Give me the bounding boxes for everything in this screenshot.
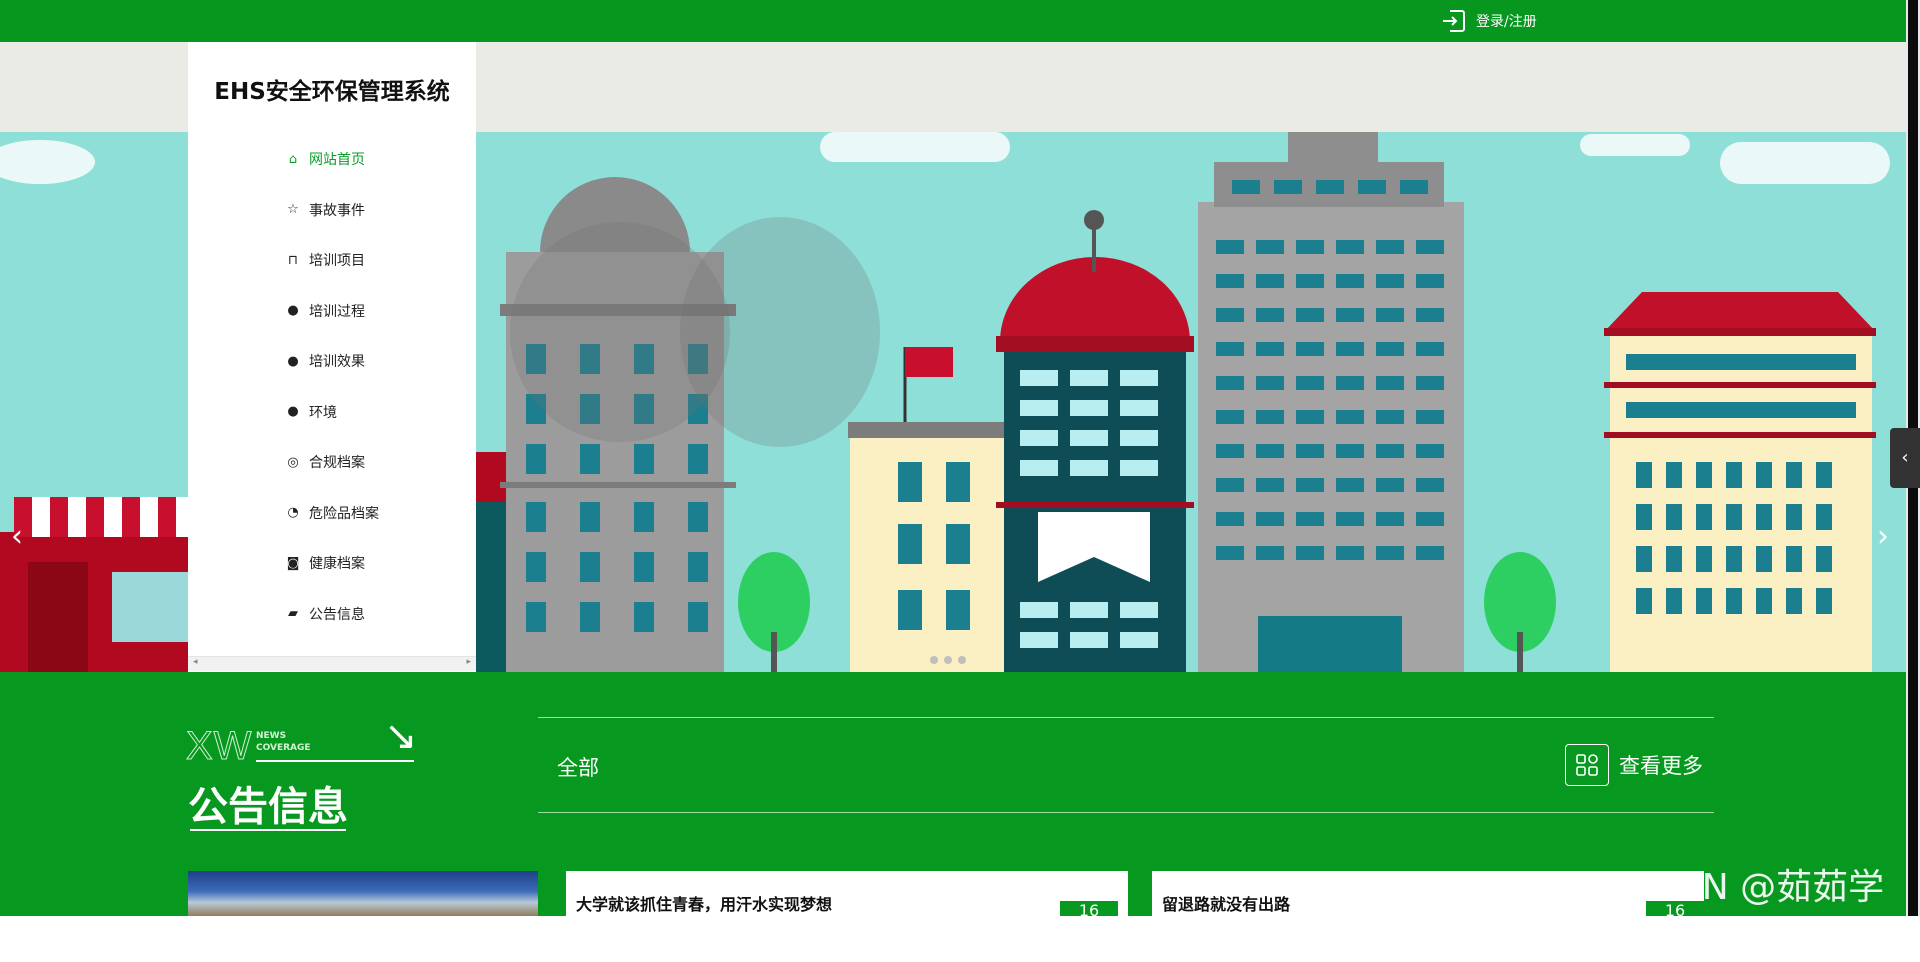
nav-item-announcements[interactable]: ▰ 公告信息 <box>286 589 379 640</box>
arrow-down-right-icon: ↘ <box>384 713 418 759</box>
top-bar: 登录/注册 <box>0 0 1906 42</box>
nav-menu: ⌂ 网站首页 ☆ 事故事件 ⊓ 培训项目 ● 培训过程 ● 培训效果 ● 环境 … <box>286 134 379 639</box>
grid-icon <box>1565 744 1609 786</box>
nav-item-training-effect[interactable]: ● 培训效果 <box>286 336 379 387</box>
nav-item-environment[interactable]: ● 环境 <box>286 387 379 438</box>
login-register-link[interactable]: 登录/注册 <box>1440 7 1537 35</box>
sidebar-nav: EHS安全环保管理系统 ⌂ 网站首页 ☆ 事故事件 ⊓ 培训项目 ● 培训过程 … <box>188 42 476 672</box>
nav-item-home[interactable]: ⌂ 网站首页 <box>286 134 379 185</box>
carousel-next-button[interactable]: › <box>1868 517 1898 557</box>
news-thumbnail-image[interactable] <box>188 871 538 916</box>
star-icon: ☆ <box>287 202 299 218</box>
tab-all[interactable]: 全部 <box>557 752 599 782</box>
section-title: 公告信息 <box>188 784 348 830</box>
nav-item-label: 合规档案 <box>309 455 365 472</box>
view-more-button[interactable]: 查看更多 <box>1565 744 1703 786</box>
bag-icon: ⊓ <box>287 252 299 268</box>
nav-item-label: 培训过程 <box>309 303 365 320</box>
nav-item-label: 环境 <box>309 404 337 421</box>
section-deco-letters: XW <box>185 724 253 769</box>
nav-item-health[interactable]: ◙ 健康档案 <box>286 538 379 589</box>
csdn-watermark: CSDN @茹茹学姐 <box>1626 867 1885 960</box>
gauge-icon: ◔ <box>287 505 299 521</box>
carousel-dot[interactable] <box>930 656 938 664</box>
nav-item-label: 事故事件 <box>309 202 365 219</box>
deco-sub-line-2: COVERAGE <box>256 743 311 753</box>
nav-item-hazmat[interactable]: ◔ 危险品档案 <box>286 488 379 539</box>
nav-item-label: 网站首页 <box>309 152 365 169</box>
carousel-dot[interactable] <box>944 656 952 664</box>
news-card[interactable]: 留退路就没有出路 16 <box>1152 871 1704 916</box>
view-more-label: 查看更多 <box>1619 754 1703 778</box>
info-circle-icon: ● <box>287 404 299 420</box>
news-card-title: 留退路就没有出路 <box>1162 895 1291 914</box>
news-card[interactable]: 大学就该抓住青春，用汗水实现梦想 16 <box>566 871 1128 916</box>
login-label: 登录/注册 <box>1476 14 1537 30</box>
nav-item-compliance[interactable]: ◎ 合规档案 <box>286 437 379 488</box>
car-icon: ▰ <box>288 606 298 622</box>
tabs-divider-top <box>538 717 1714 718</box>
scroll-right-icon[interactable]: ▸ <box>466 657 471 667</box>
deco-sub-line-1: NEWS <box>256 731 287 741</box>
news-card-title: 大学就该抓住青春，用汗水实现梦想 <box>576 895 833 914</box>
home-icon: ⌂ <box>288 151 298 167</box>
nav-item-label: 培训效果 <box>309 354 365 371</box>
nav-item-label: 危险品档案 <box>309 505 379 522</box>
nav-item-accidents[interactable]: ☆ 事故事件 <box>286 185 379 236</box>
carousel-dot[interactable] <box>958 656 966 664</box>
carousel-indicators <box>930 656 966 664</box>
camera-icon: ◙ <box>286 555 300 571</box>
nav-item-label: 公告信息 <box>309 606 365 623</box>
site-title: EHS安全环保管理系统 <box>214 79 450 105</box>
deco-line <box>256 760 414 762</box>
section-title-underline <box>190 829 346 831</box>
alert-circle-icon: ● <box>287 303 299 319</box>
sidebar-horizontal-scrollbar[interactable]: ◂ ▸ <box>188 656 476 671</box>
settings-circle-icon: ◎ <box>287 454 299 470</box>
nav-item-label: 培训项目 <box>309 253 365 270</box>
nav-item-training-projects[interactable]: ⊓ 培训项目 <box>286 235 379 286</box>
section-deco-subtitle: NEWS COVERAGE <box>256 730 311 754</box>
login-icon <box>1443 10 1465 32</box>
carousel-prev-button[interactable]: ‹ <box>2 517 32 557</box>
side-panel-toggle[interactable]: ‹ <box>1890 428 1920 488</box>
help-circle-icon: ● <box>287 353 299 369</box>
tabs-divider-bottom <box>538 812 1714 813</box>
nav-item-training-process[interactable]: ● 培训过程 <box>286 286 379 337</box>
scroll-left-icon[interactable]: ◂ <box>193 657 198 667</box>
news-card-date: 16 <box>1060 901 1118 916</box>
nav-item-label: 健康档案 <box>309 556 365 573</box>
